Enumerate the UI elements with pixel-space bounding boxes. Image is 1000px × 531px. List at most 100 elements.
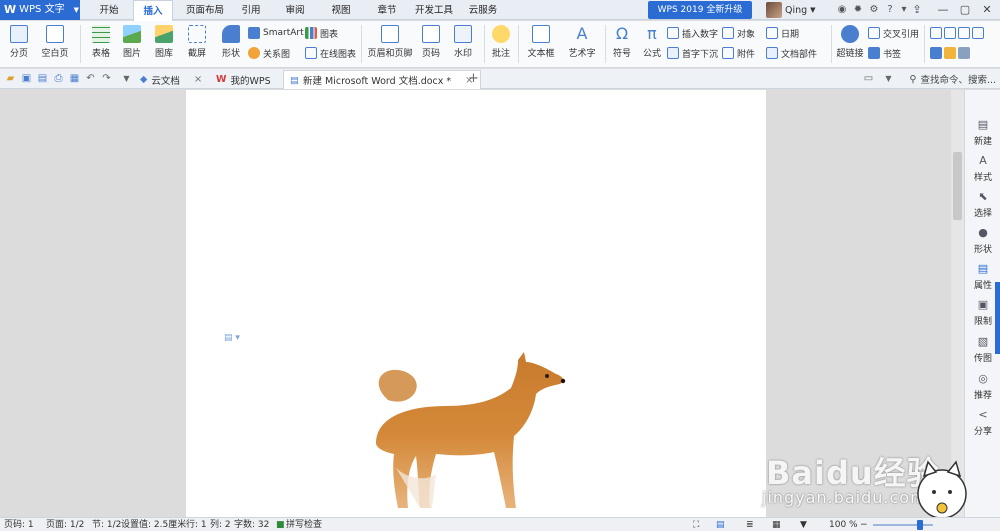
status-spell[interactable]: 拼写检查 — [286, 519, 322, 531]
skin-icon[interactable]: ◉ — [835, 3, 849, 17]
blank-page-button[interactable]: 空白页 — [36, 21, 74, 59]
status-setting[interactable]: 设置值: 2.5厘米 — [121, 519, 186, 531]
bookmark-button[interactable]: 书签 — [868, 46, 901, 60]
picture-button[interactable]: 图片 — [117, 21, 147, 59]
screenshot-button[interactable]: 截屏 — [181, 21, 213, 59]
panel-select[interactable]: ⬉ 选择 — [965, 190, 1000, 219]
tab-developer[interactable]: 开发工具 — [413, 0, 455, 21]
tool-icon[interactable] — [930, 47, 942, 59]
open-folder-icon[interactable]: ▰ — [4, 72, 17, 85]
tab-insert[interactable]: 插入 — [133, 0, 173, 21]
output-icon[interactable]: ▤ — [36, 72, 49, 85]
smartart-button[interactable]: SmartArt — [248, 26, 304, 40]
app-menu-button[interactable]: W WPS 文字 ▼ — [0, 0, 80, 20]
tool-icon[interactable] — [944, 47, 956, 59]
status-col[interactable]: 列: 2 — [210, 519, 231, 531]
divider — [605, 25, 606, 63]
print-icon[interactable]: ⎙ — [52, 72, 65, 85]
chart-button[interactable]: 图表 — [305, 26, 338, 40]
attachment-button[interactable]: 附件 — [722, 46, 755, 60]
user-account[interactable]: Qing ▼ — [766, 1, 816, 19]
scroll-thumb[interactable] — [953, 152, 962, 220]
page-number-button[interactable]: 页码 — [416, 21, 446, 59]
upgrade-button[interactable]: WPS 2019 全新升级 — [648, 1, 752, 19]
object-button[interactable]: 对象 — [722, 26, 755, 40]
paragraph-options-icon[interactable]: ▤ ▾ — [224, 333, 240, 343]
minimize-button[interactable]: — — [932, 0, 954, 20]
hyperlink-button[interactable]: 超链接 — [834, 21, 866, 59]
reading-view-icon[interactable]: ▼ — [800, 519, 807, 531]
relation-chart-button[interactable]: 关系图 — [248, 46, 290, 60]
tool-icon[interactable] — [930, 27, 942, 39]
doc-parts-button[interactable]: 文档部件 — [766, 46, 817, 60]
status-pages[interactable]: 页面: 1/2 — [46, 519, 84, 531]
panel-shape[interactable]: ● 形状 — [965, 226, 1000, 255]
textbox-button[interactable]: 文本框 — [522, 21, 560, 59]
tool-icon[interactable] — [958, 47, 970, 59]
panel-recommend[interactable]: ◎ 推荐 — [965, 372, 1000, 401]
close-button[interactable]: ✕ — [976, 0, 998, 20]
search-input[interactable]: 查找命令、搜索... — [920, 72, 996, 86]
maximize-button[interactable]: ▢ — [954, 0, 976, 20]
formula-button[interactable]: π 公式 — [638, 21, 666, 60]
doctab-cloud[interactable]: ◆ 云文档 × — [134, 70, 208, 89]
insert-number-button[interactable]: 插入数字 — [667, 26, 718, 40]
command-search[interactable]: ⚲ 查找命令、搜索... — [909, 71, 996, 87]
tab-references[interactable]: 引用 — [236, 0, 266, 21]
drop-cap-button[interactable]: 首字下沉 — [667, 46, 718, 60]
tool-icon[interactable] — [944, 27, 956, 39]
status-section[interactable]: 节: 1/2 — [92, 519, 121, 531]
tool-icon[interactable] — [958, 27, 970, 39]
header-footer-button[interactable]: 页眉和页脚 — [366, 21, 414, 59]
symbol-button[interactable]: Ω 符号 — [608, 21, 636, 60]
status-page-num[interactable]: 页码: 1 — [4, 519, 34, 531]
status-zoom[interactable]: 100 % — [829, 519, 858, 531]
tab-chapter[interactable]: 章节 — [372, 0, 402, 21]
undo-icon[interactable]: ↶ — [84, 72, 97, 85]
tab-review[interactable]: 审阅 — [280, 0, 310, 21]
shape-button[interactable]: 形状 — [215, 21, 247, 59]
zoom-slider[interactable] — [873, 524, 933, 526]
cross-reference-button[interactable]: 交叉引用 — [868, 26, 919, 40]
new-tab-icon[interactable]: + — [467, 72, 480, 85]
page-view-icon[interactable]: ▤ — [716, 519, 725, 531]
outline-view-icon[interactable]: ≣ — [746, 519, 754, 531]
document-page[interactable]: ▤ ▾ — [186, 90, 766, 517]
panel-new[interactable]: ▤ 新建 — [965, 118, 1000, 147]
chevron-down-icon[interactable]: ▼ — [120, 72, 133, 85]
tool-icon[interactable] — [972, 27, 984, 39]
date-button[interactable]: 日期 — [766, 26, 799, 40]
panel-styles[interactable]: A 样式 — [965, 154, 1000, 183]
save-icon[interactable]: ▣ — [20, 72, 33, 85]
chevron-down-icon[interactable]: ▼ — [882, 72, 895, 85]
table-button[interactable]: 表格 — [86, 21, 116, 59]
settings-icon[interactable]: ✹ — [851, 3, 865, 17]
status-words[interactable]: 字数: 32 — [234, 519, 269, 531]
panel-share[interactable]: < 分享 — [965, 408, 1000, 437]
zoom-out-icon[interactable]: − — [860, 519, 868, 531]
preview-icon[interactable]: ▦ — [68, 72, 81, 85]
web-view-icon[interactable]: ▦ — [772, 519, 781, 531]
help-icon[interactable]: ? — [883, 3, 897, 17]
tab-view[interactable]: 视图 — [326, 0, 356, 21]
dog-photo[interactable] — [336, 348, 596, 517]
page-break-button[interactable]: 分页 — [4, 21, 34, 59]
zoom-slider-handle[interactable] — [917, 520, 923, 530]
message-icon[interactable]: ▭ — [862, 72, 875, 85]
status-row[interactable]: 行: 1 — [186, 519, 207, 531]
tab-page-layout[interactable]: 页面布局 — [180, 0, 230, 21]
fullscreen-icon[interactable]: ⛶ — [693, 519, 699, 531]
doctab-current[interactable]: ▤ 新建 Microsoft Word 文档.docx * × — [283, 70, 481, 89]
close-icon[interactable]: × — [194, 74, 202, 85]
tab-cloud-service[interactable]: 云服务 — [465, 0, 501, 21]
wordart-button[interactable]: A 艺术字 — [562, 21, 602, 60]
redo-icon[interactable]: ↷ — [100, 72, 113, 85]
gallery-button[interactable]: 图库 — [149, 21, 179, 59]
restore-window-button[interactable]: ⇪ — [906, 0, 928, 20]
comment-button[interactable]: 批注 — [487, 21, 515, 59]
online-chart-button[interactable]: 在线图表 — [305, 46, 356, 60]
tab-home[interactable]: 开始 — [90, 0, 128, 21]
panel-collapse-handle[interactable] — [995, 282, 1000, 354]
gear-icon[interactable]: ⚙ — [867, 3, 881, 17]
watermark-button[interactable]: 水印 — [448, 21, 478, 59]
